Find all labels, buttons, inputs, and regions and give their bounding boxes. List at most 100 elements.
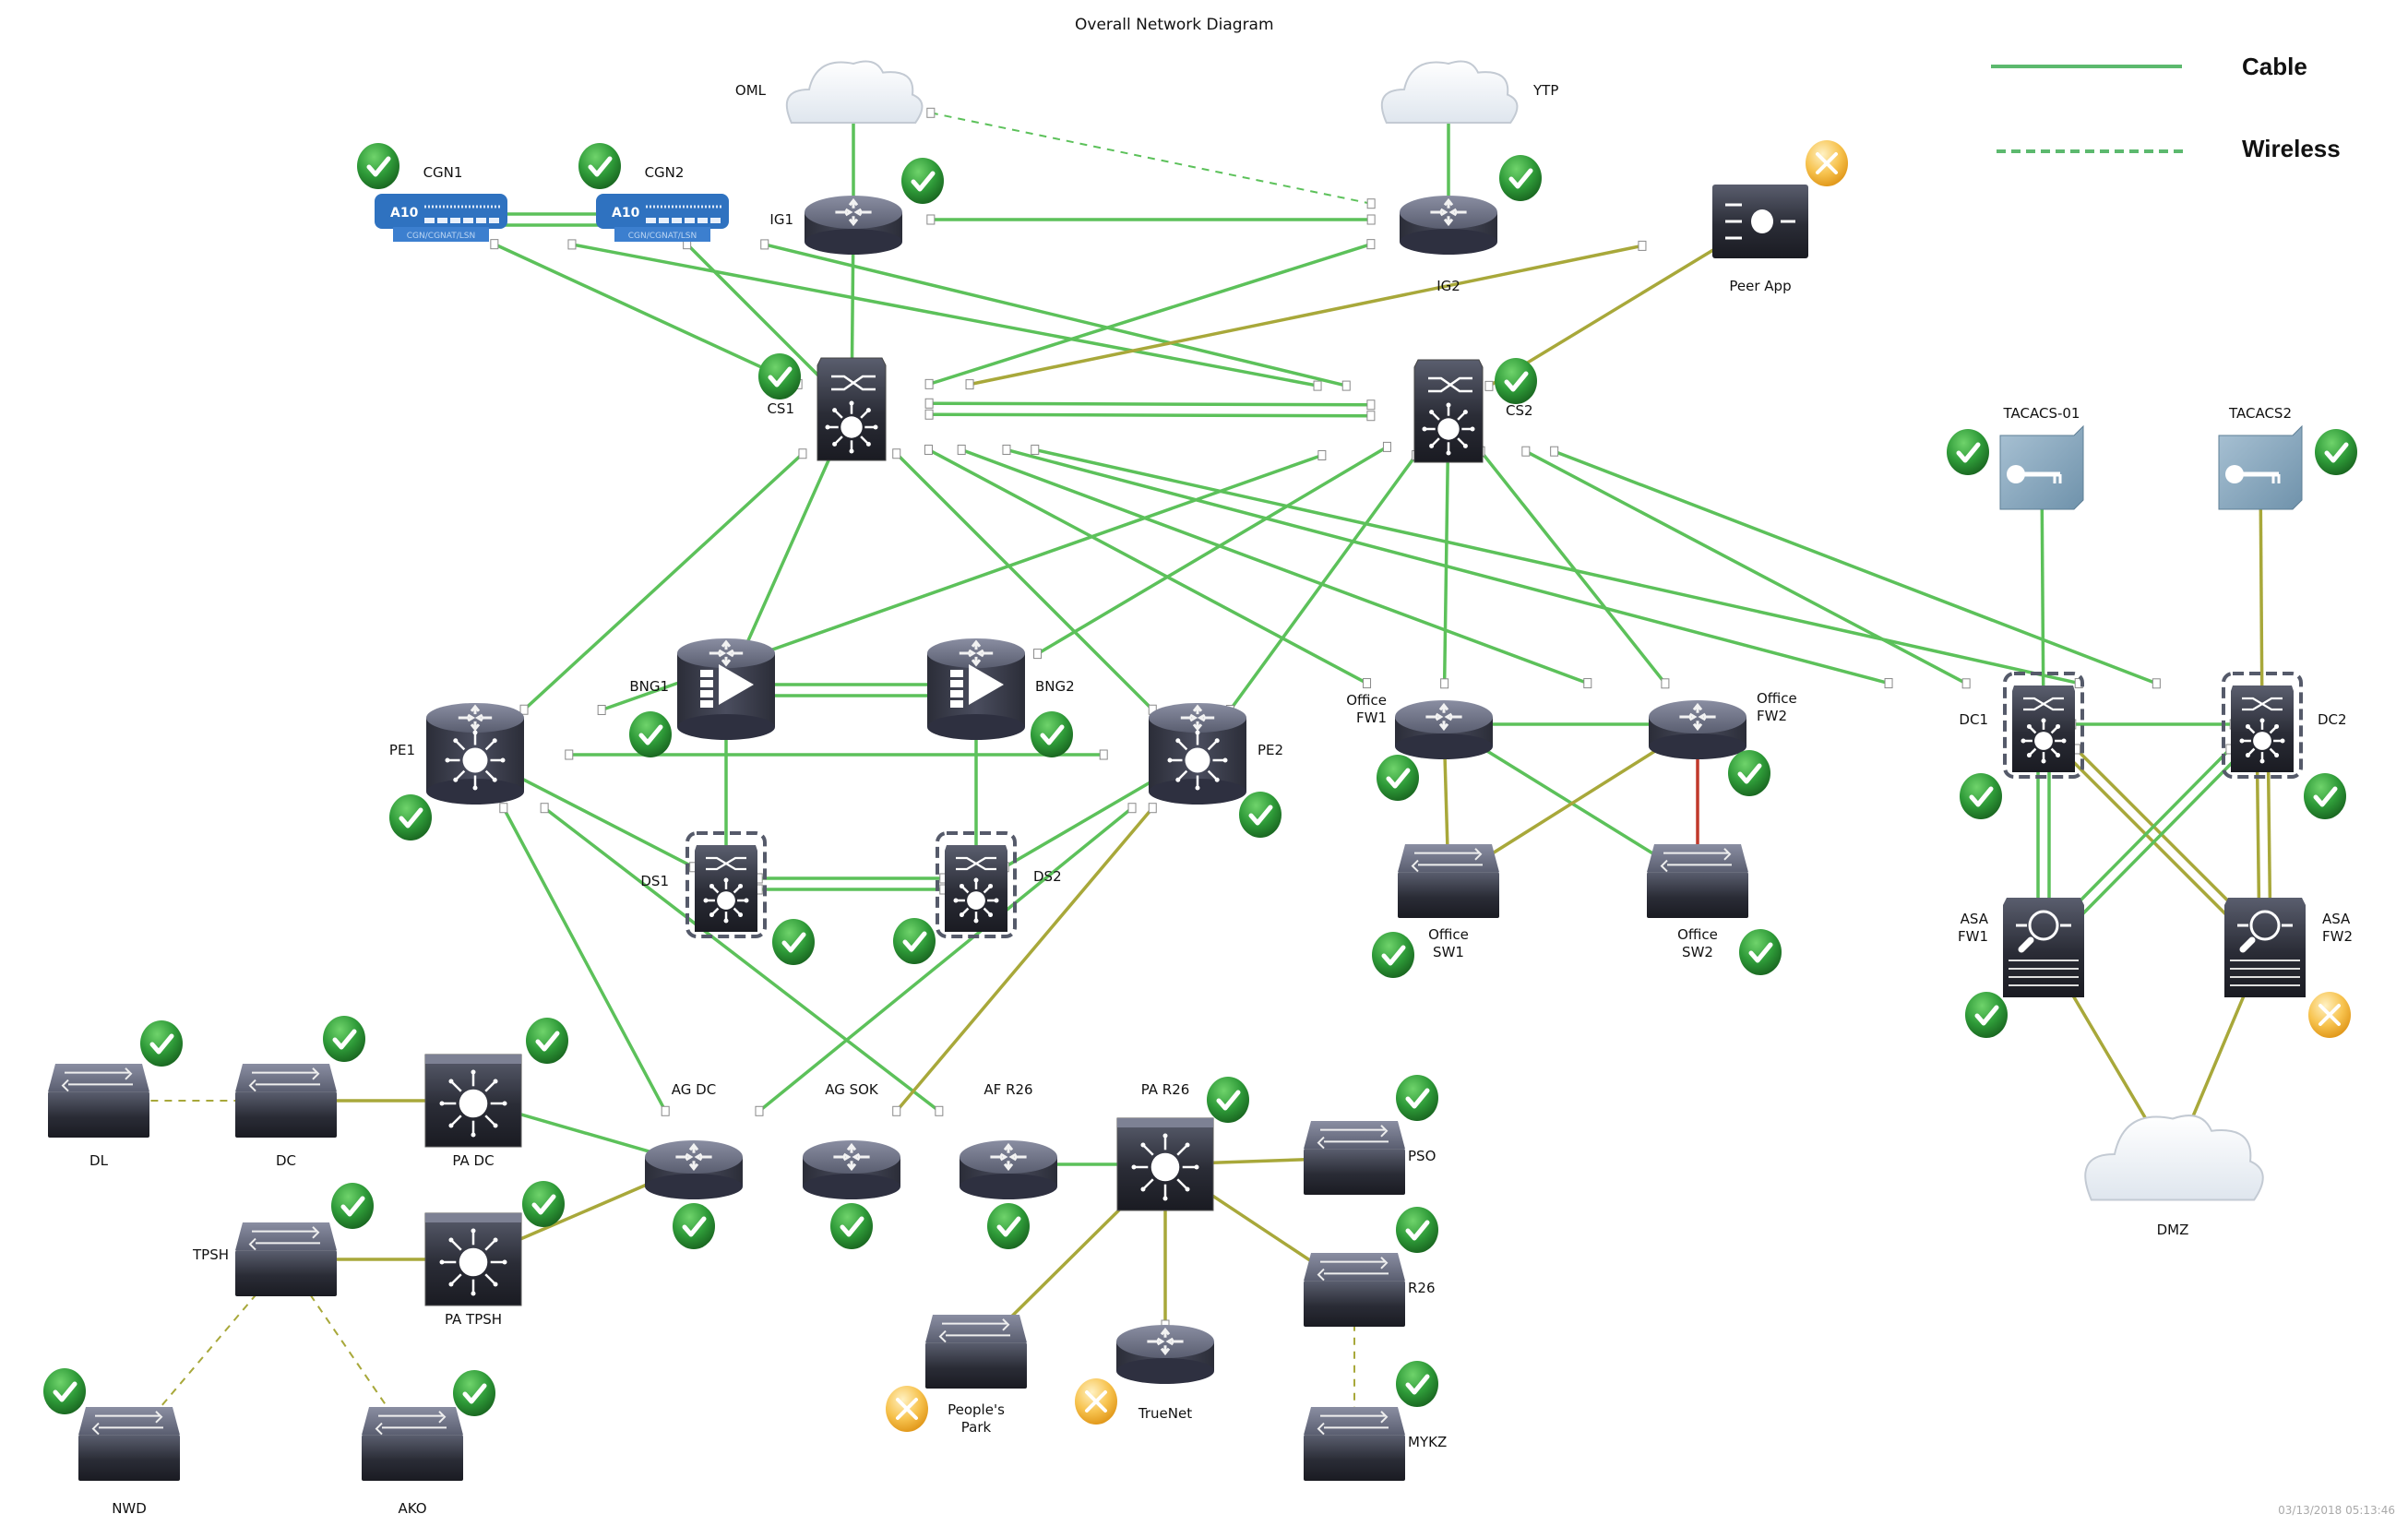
port-connector[interactable] <box>1363 678 1372 689</box>
port-connector[interactable] <box>1440 678 1449 689</box>
port-connector[interactable] <box>519 704 529 715</box>
node-agsok[interactable]: AG SOK <box>803 1081 900 1249</box>
node-bng1[interactable]: BNG1 <box>629 638 775 757</box>
status-ok-icon[interactable] <box>1965 992 2008 1038</box>
node-r26[interactable]: R26 <box>1304 1207 1438 1327</box>
cable-link[interactable] <box>2183 973 2255 1137</box>
cable-link[interactable] <box>1525 449 1967 686</box>
cable-link[interactable] <box>1228 454 1418 711</box>
cable-link[interactable] <box>2067 756 2234 923</box>
port-connector[interactable] <box>957 444 966 455</box>
link-ig1-ig2[interactable] <box>926 214 1376 225</box>
node-cgn1[interactable]: A10 CGN/CGNAT/LSN CGN1 <box>357 143 507 242</box>
status-maintenance-icon[interactable] <box>2308 992 2351 1038</box>
status-ok-icon[interactable] <box>1947 429 1989 475</box>
link-dc1-asa2[interactable] <box>2071 744 2245 919</box>
node-truenet[interactable]: TrueNet <box>1075 1325 1214 1425</box>
cable-link[interactable] <box>969 244 1643 387</box>
cable-link[interactable] <box>502 806 667 1113</box>
status-ok-icon[interactable] <box>526 1018 568 1064</box>
status-ok-icon[interactable] <box>522 1181 565 1227</box>
port-connector[interactable] <box>755 1105 764 1116</box>
link-cs2-bng2[interactable] <box>1033 441 1391 660</box>
wireless-link[interactable] <box>301 1282 398 1421</box>
status-ok-icon[interactable] <box>1396 1075 1438 1121</box>
link-dc1-asa1[interactable] <box>2044 747 2054 923</box>
node-dc1[interactable]: DC1 <box>1959 672 2084 819</box>
status-ok-icon[interactable] <box>629 711 672 757</box>
node-dcs[interactable]: DC <box>235 1016 365 1169</box>
link-ds1-ds2[interactable] <box>754 873 948 884</box>
port-connector[interactable] <box>1521 446 1531 457</box>
link-dc2-asa2[interactable] <box>2263 747 2275 923</box>
port-connector[interactable] <box>892 448 901 459</box>
port-connector[interactable] <box>965 379 974 390</box>
node-oml[interactable]: OML <box>735 60 924 124</box>
port-connector[interactable] <box>597 705 606 716</box>
port-connector[interactable] <box>1366 399 1376 411</box>
status-ok-icon[interactable] <box>1499 155 1542 201</box>
port-connector[interactable] <box>540 803 549 814</box>
cable-link[interactable] <box>895 806 1154 1113</box>
link-cs1-cs2[interactable] <box>924 398 1376 411</box>
port-connector[interactable] <box>924 444 933 455</box>
cable-link[interactable] <box>741 444 837 655</box>
port-connector[interactable] <box>1661 678 1670 689</box>
node-pso[interactable]: PSO <box>1304 1075 1438 1195</box>
link-cgn1-cs2[interactable] <box>567 239 1322 391</box>
link-bng1-bng2[interactable] <box>754 690 948 701</box>
port-connector[interactable] <box>926 107 936 118</box>
status-maintenance-icon[interactable] <box>1806 140 1848 186</box>
status-ok-icon[interactable] <box>1396 1361 1438 1407</box>
port-connector[interactable] <box>490 239 499 250</box>
node-cgn2[interactable]: A10 CGN/CGNAT/LSN CGN2 <box>578 143 729 242</box>
link-pe1-ds1[interactable] <box>503 766 698 873</box>
status-ok-icon[interactable] <box>1960 773 2002 819</box>
port-connector[interactable] <box>924 378 934 389</box>
port-connector[interactable] <box>1484 380 1494 391</box>
status-ok-icon[interactable] <box>673 1203 715 1249</box>
cable-link[interactable] <box>571 243 1318 387</box>
node-peer[interactable]: Peer App <box>1712 140 1848 294</box>
port-connector[interactable] <box>1366 411 1376 422</box>
cable-link[interactable] <box>1479 450 1667 685</box>
cable-link[interactable] <box>1036 445 1389 656</box>
status-ok-icon[interactable] <box>453 1370 495 1416</box>
status-ok-icon[interactable] <box>893 918 936 964</box>
node-tac1[interactable]: TACACS-01 <box>1947 405 2084 510</box>
port-connector[interactable] <box>499 803 508 814</box>
link-pe2-agsok[interactable] <box>892 803 1157 1116</box>
cable-link[interactable] <box>2075 747 2242 914</box>
node-nwd[interactable]: NWD <box>43 1368 180 1517</box>
link-tac1-dc1[interactable] <box>2037 498 2048 697</box>
node-asa2[interactable]: ASA FW2 <box>2224 898 2353 1038</box>
cable-link[interactable] <box>929 412 1371 418</box>
link-oml-ig2[interactable] <box>926 107 1376 209</box>
port-connector[interactable] <box>2152 678 2161 689</box>
link-cs2-pe2[interactable] <box>1225 449 1421 716</box>
port-connector[interactable] <box>1550 446 1559 457</box>
link-dc2-asa1[interactable] <box>2064 744 2235 919</box>
node-tac2[interactable]: TACACS2 <box>2218 405 2357 510</box>
node-ig1[interactable]: IG1 <box>769 158 944 255</box>
port-connector[interactable] <box>1366 198 1376 209</box>
cable-link[interactable] <box>1442 745 1450 861</box>
link-tpsh-nwd[interactable] <box>145 1278 270 1425</box>
link-tac2-dc2[interactable] <box>2256 498 2267 697</box>
status-ok-icon[interactable] <box>323 1016 365 1062</box>
link-dc1-asa1[interactable] <box>2033 747 2043 923</box>
port-connector[interactable] <box>1884 678 1893 689</box>
status-ok-icon[interactable] <box>987 1203 1030 1249</box>
port-connector[interactable] <box>760 239 769 250</box>
node-ofw2[interactable]: Office FW2 <box>1649 690 1797 796</box>
port-connector[interactable] <box>1148 803 1157 814</box>
status-ok-icon[interactable] <box>1396 1207 1438 1253</box>
port-connector[interactable] <box>1366 214 1376 225</box>
status-ok-icon[interactable] <box>389 794 432 840</box>
status-ok-icon[interactable] <box>2315 429 2357 475</box>
status-ok-icon[interactable] <box>1377 755 1419 801</box>
node-par26[interactable]: PA R26 <box>1116 1077 1249 1211</box>
node-ytp[interactable]: YTP <box>1381 60 1559 124</box>
node-patpsh[interactable]: PA TPSH <box>424 1181 565 1328</box>
port-connector[interactable] <box>924 398 934 409</box>
